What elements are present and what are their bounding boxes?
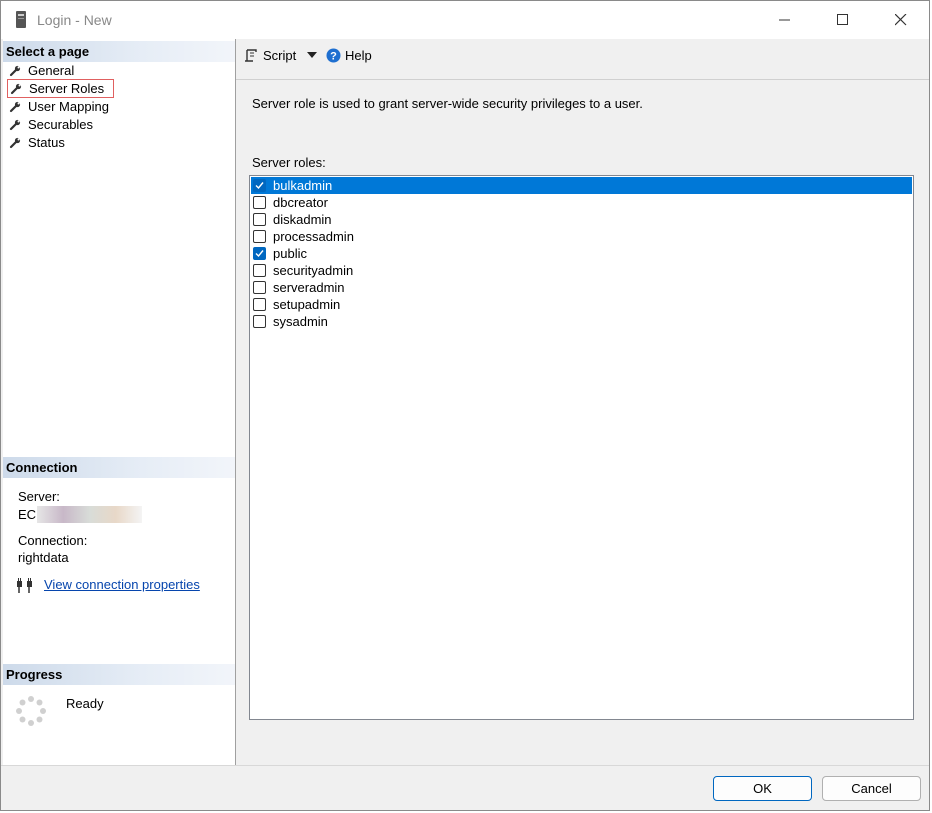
role-name: bulkadmin xyxy=(273,178,333,193)
help-button[interactable]: ? Help xyxy=(326,48,372,63)
role-row-sysadmin[interactable]: sysadmin xyxy=(251,313,912,330)
cancel-button[interactable]: Cancel xyxy=(822,776,921,801)
role-checkbox[interactable] xyxy=(253,247,266,260)
wrench-icon xyxy=(10,83,22,94)
right-pane: Script ? Help Server role is used to gra… xyxy=(236,39,929,765)
role-name: sysadmin xyxy=(273,314,328,329)
role-name: processadmin xyxy=(273,229,354,244)
script-icon xyxy=(245,48,257,62)
role-row-serveradmin[interactable]: serveradmin xyxy=(251,279,912,296)
help-icon: ? xyxy=(326,48,341,63)
window-title: Login - New xyxy=(37,12,112,28)
server-roles-page: Server role is used to grant server-wide… xyxy=(236,80,929,765)
select-page-header: Select a page xyxy=(3,41,235,62)
role-name: public xyxy=(273,246,307,261)
server-app-icon xyxy=(16,11,26,28)
wrench-icon xyxy=(9,65,21,76)
role-row-diskadmin[interactable]: diskadmin xyxy=(251,211,912,228)
minimize-icon xyxy=(779,19,790,21)
role-name: serveradmin xyxy=(273,280,345,295)
role-row-processadmin[interactable]: processadmin xyxy=(251,228,912,245)
role-row-securityadmin[interactable]: securityadmin xyxy=(251,262,912,279)
wrench-icon xyxy=(9,137,21,148)
connection-plug-icon xyxy=(17,578,32,593)
close-button[interactable] xyxy=(872,1,929,39)
role-checkbox[interactable] xyxy=(253,213,266,226)
page-item-label: User Mapping xyxy=(28,99,109,114)
help-label: Help xyxy=(345,48,372,63)
page-item-label: Securables xyxy=(28,117,94,132)
role-row-bulkadmin[interactable]: bulkadmin xyxy=(251,177,912,194)
svg-text:?: ? xyxy=(330,51,337,63)
ok-button[interactable]: OK xyxy=(713,776,812,801)
toolbar: Script ? Help xyxy=(236,39,929,79)
title-bar[interactable]: Login - New xyxy=(1,1,929,39)
server-name-redacted xyxy=(37,506,143,523)
role-checkbox[interactable] xyxy=(253,230,266,243)
role-checkbox[interactable] xyxy=(253,179,266,192)
page-item-label: Server Roles xyxy=(29,81,105,96)
left-pane: Select a page General Server Roles User … xyxy=(3,39,236,765)
connection-label: Connection: xyxy=(18,533,88,548)
role-checkbox[interactable] xyxy=(253,196,266,209)
view-connection-properties-link[interactable]: View connection properties xyxy=(44,577,200,592)
page-item-label: General xyxy=(28,63,75,78)
wrench-icon xyxy=(9,101,21,112)
script-button[interactable]: Script xyxy=(244,48,296,63)
minimize-button[interactable] xyxy=(756,1,814,39)
role-checkbox[interactable] xyxy=(253,315,266,328)
server-value: EC xyxy=(18,507,37,522)
progress-status: Ready xyxy=(66,696,104,711)
progress-spinner-icon xyxy=(16,696,46,726)
script-label: Script xyxy=(263,48,297,63)
script-dropdown-icon[interactable] xyxy=(307,52,317,59)
page-item-label: Status xyxy=(28,135,65,150)
login-dialog: Login - New Select a page General Server… xyxy=(0,0,930,811)
role-name: securityadmin xyxy=(273,263,354,278)
page-item-user-mapping[interactable]: User Mapping xyxy=(9,98,109,115)
connection-header: Connection xyxy=(3,457,235,478)
role-name: setupadmin xyxy=(273,297,341,312)
checkmark-icon xyxy=(255,250,264,258)
server-roles-list[interactable]: bulkadmin dbcreator diskadmin processadm… xyxy=(249,175,914,720)
checkmark-icon xyxy=(255,182,264,190)
maximize-icon xyxy=(837,14,848,25)
page-item-general[interactable]: General xyxy=(9,62,74,79)
progress-header: Progress xyxy=(3,664,235,685)
dialog-footer: OK Cancel xyxy=(1,765,929,810)
server-value-row: EC xyxy=(18,506,143,523)
role-name: dbcreator xyxy=(273,195,328,210)
close-icon xyxy=(895,14,907,26)
role-name: diskadmin xyxy=(273,212,332,227)
role-row-public[interactable]: public xyxy=(251,245,912,262)
page-item-server-roles[interactable]: Server Roles xyxy=(7,79,115,98)
server-label: Server: xyxy=(18,489,60,504)
server-roles-label: Server roles: xyxy=(252,155,326,170)
role-checkbox[interactable] xyxy=(253,298,266,311)
role-checkbox[interactable] xyxy=(253,264,266,277)
role-row-setupadmin[interactable]: setupadmin xyxy=(251,296,912,313)
connection-value: rightdata xyxy=(18,550,69,565)
maximize-button[interactable] xyxy=(814,1,872,39)
wrench-icon xyxy=(9,119,21,130)
page-item-securables[interactable]: Securables xyxy=(9,116,93,133)
page-item-status[interactable]: Status xyxy=(9,134,65,151)
role-row-dbcreator[interactable]: dbcreator xyxy=(251,194,912,211)
role-checkbox[interactable] xyxy=(253,281,266,294)
page-description: Server role is used to grant server-wide… xyxy=(252,96,643,111)
